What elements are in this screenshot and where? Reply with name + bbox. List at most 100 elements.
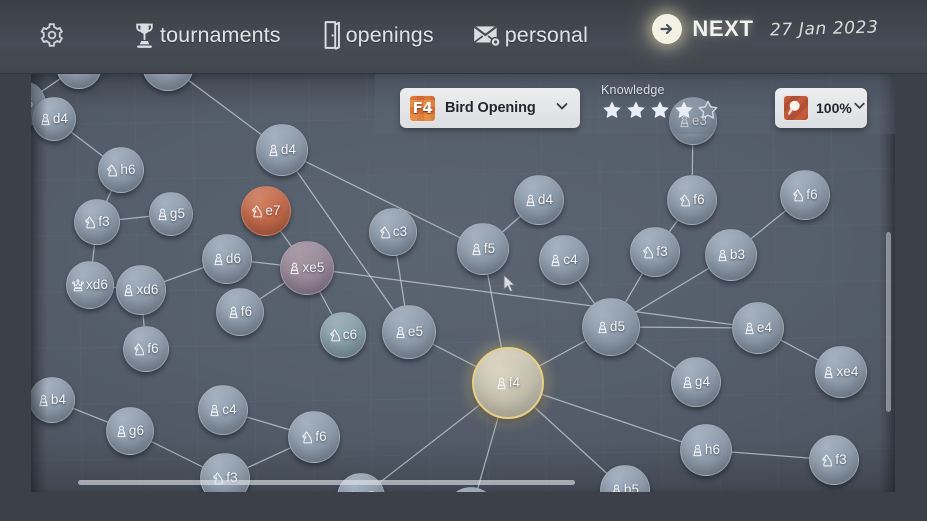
star-filled-icon[interactable] xyxy=(601,99,623,121)
move-node-d4[interactable]: d4 xyxy=(32,97,76,141)
move-node-e4[interactable]: e4 xyxy=(732,302,784,354)
pawn-piece-icon xyxy=(123,284,134,297)
opening-tree-canvas[interactable]: 5xd4d4h6f3g5xd6xd6f6b4g6d4d6e7xe5f6c6c4f… xyxy=(31,72,895,492)
move-node-f6[interactable]: f6 xyxy=(667,175,717,225)
door-icon xyxy=(321,20,343,50)
knight-piece-icon xyxy=(251,204,263,218)
move-node-label: f4 xyxy=(496,376,520,390)
pawn-piece-icon xyxy=(209,404,220,417)
move-node-label: f6 xyxy=(679,193,705,207)
next-button[interactable]: NEXT xyxy=(652,14,753,44)
move-text: e4 xyxy=(756,320,773,336)
move-node-label: d5 xyxy=(597,320,625,334)
move-node-f6[interactable]: f6 xyxy=(780,170,830,220)
move-text: e7 xyxy=(265,203,281,219)
next-label: NEXT xyxy=(692,16,754,41)
move-node-e5[interactable]: e5 xyxy=(382,305,436,359)
move-node-d4[interactable]: d4 xyxy=(514,175,564,225)
opening-badge-icon: F4 xyxy=(409,94,436,122)
top-navigation-bar: tournaments openings personal NEXT 27 Ja… xyxy=(0,0,927,74)
move-node-g5[interactable]: g5 xyxy=(149,192,193,236)
move-text: f3 xyxy=(98,214,110,230)
move-node-e7[interactable]: e7 xyxy=(241,186,291,236)
move-node-c4[interactable]: c4 xyxy=(198,385,248,435)
move-node-f3[interactable]: f3 xyxy=(630,227,680,277)
move-node-h6[interactable]: h6 xyxy=(98,147,144,193)
move-node-f6[interactable]: f6 xyxy=(288,411,340,463)
move-node-label: c3 xyxy=(379,225,407,239)
move-node-b3[interactable]: b3 xyxy=(705,229,757,281)
move-text: g5 xyxy=(360,490,375,492)
knowledge-stars[interactable] xyxy=(601,99,731,121)
knowledge-label: Knowledge xyxy=(601,83,665,97)
pawn-piece-icon xyxy=(38,394,49,407)
pawn-piece-icon xyxy=(268,144,279,157)
pawn-piece-icon xyxy=(550,254,561,267)
star-filled-icon[interactable] xyxy=(649,99,671,121)
magnifier-icon xyxy=(783,95,809,121)
pawn-piece-icon xyxy=(347,491,358,492)
move-text: e5 xyxy=(407,324,424,340)
move-node-label: g5 xyxy=(157,207,185,221)
move-node-c4[interactable]: c4 xyxy=(539,235,589,285)
trophy-icon xyxy=(132,21,157,49)
move-node-d5[interactable]: d5 xyxy=(582,298,640,356)
settings-button[interactable] xyxy=(26,12,78,58)
pawn-piece-icon xyxy=(40,113,51,126)
move-node-xd6[interactable]: xd6 xyxy=(116,265,166,315)
move-node-h6[interactable]: h6 xyxy=(680,424,732,476)
move-node-label: c4 xyxy=(209,402,237,418)
knowledge-rating: Knowledge xyxy=(601,83,731,121)
move-text: d4 xyxy=(52,111,69,127)
move-node-xe4[interactable]: xe4 xyxy=(815,346,867,398)
move-node-f3[interactable]: f3 xyxy=(809,435,859,485)
nav-item-openings[interactable]: openings xyxy=(321,12,434,58)
move-node-label: e5 xyxy=(395,325,423,339)
move-node-f5[interactable]: f5 xyxy=(457,223,509,275)
move-node-label: b3 xyxy=(717,248,745,262)
move-node-xd6[interactable]: xd6 xyxy=(66,261,114,309)
opening-selector[interactable]: F4 Bird Opening xyxy=(400,88,580,128)
move-node-f4[interactable]: f4 xyxy=(472,347,544,419)
move-node-f6[interactable]: f6 xyxy=(123,326,169,372)
zoom-selector[interactable]: 100% xyxy=(775,88,867,128)
star-empty-icon[interactable] xyxy=(697,99,719,121)
move-node-label: xe5 xyxy=(289,261,324,275)
nav-item-personal[interactable]: personal xyxy=(472,12,588,58)
star-filled-icon[interactable] xyxy=(673,99,695,121)
move-node-label: g5 xyxy=(347,490,375,492)
pawn-piece-icon xyxy=(228,306,239,319)
move-node-c6[interactable]: c6 xyxy=(320,312,366,358)
star-filled-icon[interactable] xyxy=(625,99,647,121)
move-node-g6[interactable]: g6 xyxy=(106,407,154,455)
move-text: d4 xyxy=(280,142,297,158)
move-text: b3 xyxy=(729,247,746,263)
vertical-scrollbar[interactable] xyxy=(886,232,891,412)
move-node-c3[interactable]: c3 xyxy=(369,208,417,256)
move-text: c4 xyxy=(222,402,237,418)
knight-piece-icon xyxy=(679,193,691,207)
move-node-f6[interactable]: f6 xyxy=(216,288,264,336)
chevron-down-icon xyxy=(554,98,570,119)
next-group: NEXT 27 Jan 2023 xyxy=(652,14,879,44)
move-node-d4[interactable]: d4 xyxy=(256,124,308,176)
move-text: f4 xyxy=(508,375,521,391)
move-text: f3 xyxy=(835,452,847,468)
move-text: h6 xyxy=(120,162,136,178)
move-node-f3[interactable]: f3 xyxy=(74,199,120,245)
move-node-label: d4 xyxy=(40,112,68,126)
horizontal-scrollbar[interactable] xyxy=(78,480,575,485)
move-node-label: f3 xyxy=(84,214,110,230)
knight-piece-icon xyxy=(84,215,96,229)
move-node-xe5[interactable]: xe5 xyxy=(280,241,334,295)
move-node-label: d4 xyxy=(268,143,296,157)
nav-item-tournaments[interactable]: tournaments xyxy=(132,12,281,58)
nav-label-openings: openings xyxy=(345,22,434,47)
move-node-b4[interactable]: b4 xyxy=(31,377,75,423)
move-node-d6[interactable]: d6 xyxy=(202,234,252,284)
move-text: xe4 xyxy=(836,364,859,380)
move-text: xe5 xyxy=(302,260,325,276)
knight-piece-icon xyxy=(301,430,313,444)
zoom-value: 100% xyxy=(816,100,852,116)
move-node-g4[interactable]: g4 xyxy=(671,357,721,407)
